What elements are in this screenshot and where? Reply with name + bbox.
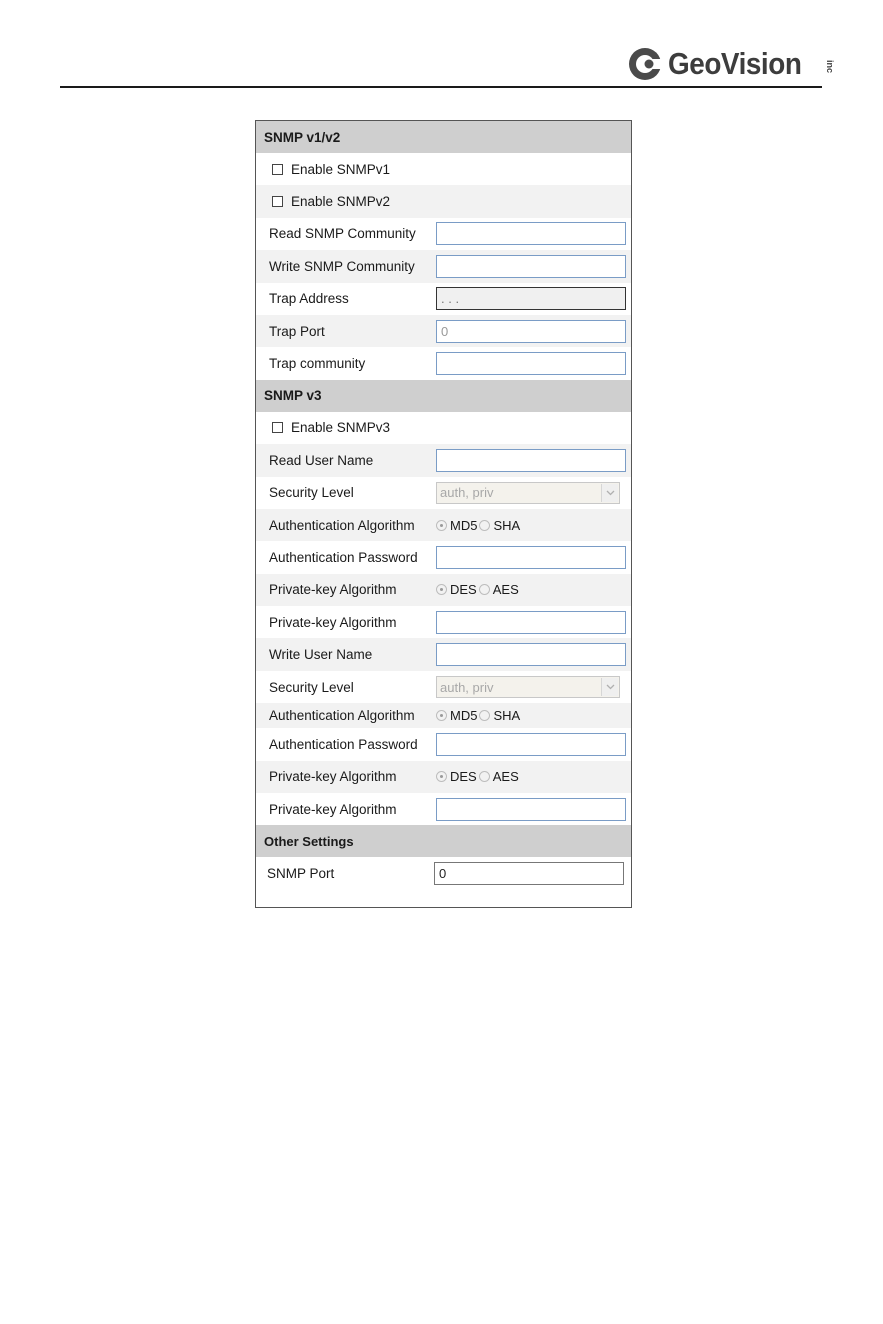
write-private-key-algorithm-label: Private-key Algorithm [269, 769, 397, 785]
row-enable-snmpv2: Enable SNMPv2 [256, 185, 631, 218]
read-security-level-value: auth, priv [440, 485, 494, 501]
section-header-snmp-v1v2: SNMP v1/v2 [256, 121, 631, 153]
write-user-name-label: Write User Name [269, 647, 373, 663]
header-rule [60, 86, 822, 88]
trap-community-input[interactable] [436, 352, 626, 376]
enable-snmpv3-label: Enable SNMPv3 [291, 420, 391, 436]
row-trap-port: Trap Port 0 [256, 314, 631, 348]
read-auth-sha-radio[interactable] [479, 519, 491, 531]
read-auth-password-input[interactable] [436, 545, 626, 569]
read-private-key-radios: DES AES [436, 582, 521, 597]
write-priv-aes-label: AES [492, 769, 519, 785]
trap-port-label: Trap Port [269, 323, 325, 339]
section-header-snmp-v3: SNMP v3 [256, 379, 631, 412]
write-priv-des-radio[interactable] [436, 771, 447, 783]
chevron-down-icon[interactable] [601, 678, 618, 697]
write-private-key-input[interactable] [436, 797, 626, 821]
read-auth-md5-label: MD5 [450, 517, 478, 533]
enable-snmpv2-checkbox-wrap[interactable]: Enable SNMPv2 [272, 194, 390, 209]
trap-community-label: Trap community [269, 356, 366, 372]
snmp-port-label: SNMP Port [267, 866, 335, 882]
read-auth-sha-label: SHA [493, 517, 521, 533]
row-read-private-key-algorithm: Private-key Algorithm DES AES [256, 573, 631, 607]
write-priv-aes-radio[interactable] [478, 771, 490, 783]
row-write-snmp-community: Write SNMP Community [256, 250, 631, 283]
row-read-snmp-community: Read SNMP Community [256, 218, 631, 250]
row-write-private-key-algorithm: Private-key Algorithm DES AES [256, 760, 631, 794]
read-auth-password-label: Authentication Password [269, 549, 418, 565]
write-auth-md5-radio[interactable] [436, 710, 447, 722]
row-read-auth-algorithm: Authentication Algorithm MD5 SHA [256, 508, 631, 542]
read-private-key-algorithm-label: Private-key Algorithm [269, 582, 397, 598]
read-auth-algorithm-radios: MD5 SHA [436, 518, 522, 533]
logo-text: GeoVision [668, 46, 802, 81]
row-write-security-level: Security Level auth, priv [256, 671, 631, 703]
enable-snmpv1-label: Enable SNMPv1 [291, 161, 391, 177]
snmp-settings-panel: SNMP v1/v2 Enable SNMPv1 Enable SNMPv2 R… [255, 120, 632, 908]
row-enable-snmpv3: Enable SNMPv3 [256, 412, 631, 444]
read-user-name-input[interactable] [436, 448, 626, 472]
write-security-level-select[interactable]: auth, priv [436, 676, 620, 699]
write-auth-sha-radio[interactable] [479, 710, 491, 722]
write-private-key-label: Private-key Algorithm [269, 801, 397, 817]
trap-address-label: Trap Address [269, 291, 349, 307]
row-trap-community: Trap community [256, 347, 631, 379]
enable-snmpv3-checkbox[interactable] [272, 422, 283, 434]
write-auth-md5-label: MD5 [450, 708, 478, 724]
read-priv-des-label: DES [450, 582, 477, 598]
read-priv-des-radio[interactable] [436, 584, 447, 596]
enable-snmpv1-checkbox[interactable] [272, 163, 283, 175]
snmp-port-input[interactable]: 0 [434, 862, 624, 886]
read-snmp-community-label: Read SNMP Community [269, 226, 416, 242]
row-write-user-name: Write User Name [256, 638, 631, 671]
row-snmp-port: SNMP Port 0 [256, 857, 631, 889]
write-security-level-value: auth, priv [440, 679, 494, 695]
write-auth-password-input[interactable] [436, 732, 626, 756]
enable-snmpv2-checkbox[interactable] [272, 196, 283, 208]
read-private-key-input[interactable] [436, 610, 626, 634]
row-write-auth-password: Authentication Password [256, 728, 631, 760]
geovision-logo: GeoVision [628, 38, 816, 90]
write-private-key-radios: DES AES [436, 769, 521, 784]
geovision-logo-icon [628, 47, 662, 81]
enable-snmpv2-label: Enable SNMPv2 [291, 194, 391, 210]
section-header-other-settings: Other Settings [256, 825, 631, 858]
write-priv-des-label: DES [450, 769, 477, 785]
read-user-name-label: Read User Name [269, 452, 374, 468]
row-trap-address: Trap Address . . . [256, 283, 631, 315]
write-snmp-community-label: Write SNMP Community [269, 258, 415, 274]
logo-inc-suffix: inc [825, 60, 835, 74]
write-security-level-label: Security Level [269, 679, 354, 695]
read-snmp-community-input[interactable] [436, 222, 626, 246]
row-read-private-key: Private-key Algorithm [256, 606, 631, 638]
chevron-down-icon[interactable] [601, 483, 618, 502]
trap-port-input[interactable]: 0 [436, 319, 626, 343]
row-read-auth-password: Authentication Password [256, 541, 631, 573]
enable-snmpv3-checkbox-wrap[interactable]: Enable SNMPv3 [272, 420, 390, 435]
read-auth-md5-radio[interactable] [436, 519, 447, 531]
read-private-key-label: Private-key Algorithm [269, 614, 397, 630]
row-read-security-level: Security Level auth, priv [256, 477, 631, 509]
row-read-user-name: Read User Name [256, 444, 631, 477]
trap-address-input[interactable]: . . . [436, 287, 626, 311]
row-write-auth-algorithm: Authentication Algorithm MD5 SHA [256, 703, 631, 729]
read-priv-aes-radio[interactable] [478, 584, 490, 596]
read-security-level-select[interactable]: auth, priv [436, 481, 620, 504]
row-write-private-key: Private-key Algorithm [256, 793, 631, 825]
write-auth-algorithm-label: Authentication Algorithm [269, 708, 415, 724]
read-security-level-label: Security Level [269, 485, 354, 501]
write-user-name-input[interactable] [436, 643, 626, 667]
write-auth-algorithm-radios: MD5 SHA [436, 708, 522, 723]
write-auth-sha-label: SHA [493, 708, 521, 724]
read-priv-aes-label: AES [492, 582, 519, 598]
write-auth-password-label: Authentication Password [269, 736, 418, 752]
row-enable-snmpv1: Enable SNMPv1 [256, 153, 631, 185]
read-auth-algorithm-label: Authentication Algorithm [269, 517, 415, 533]
write-snmp-community-input[interactable] [436, 254, 626, 278]
enable-snmpv1-checkbox-wrap[interactable]: Enable SNMPv1 [272, 162, 390, 177]
